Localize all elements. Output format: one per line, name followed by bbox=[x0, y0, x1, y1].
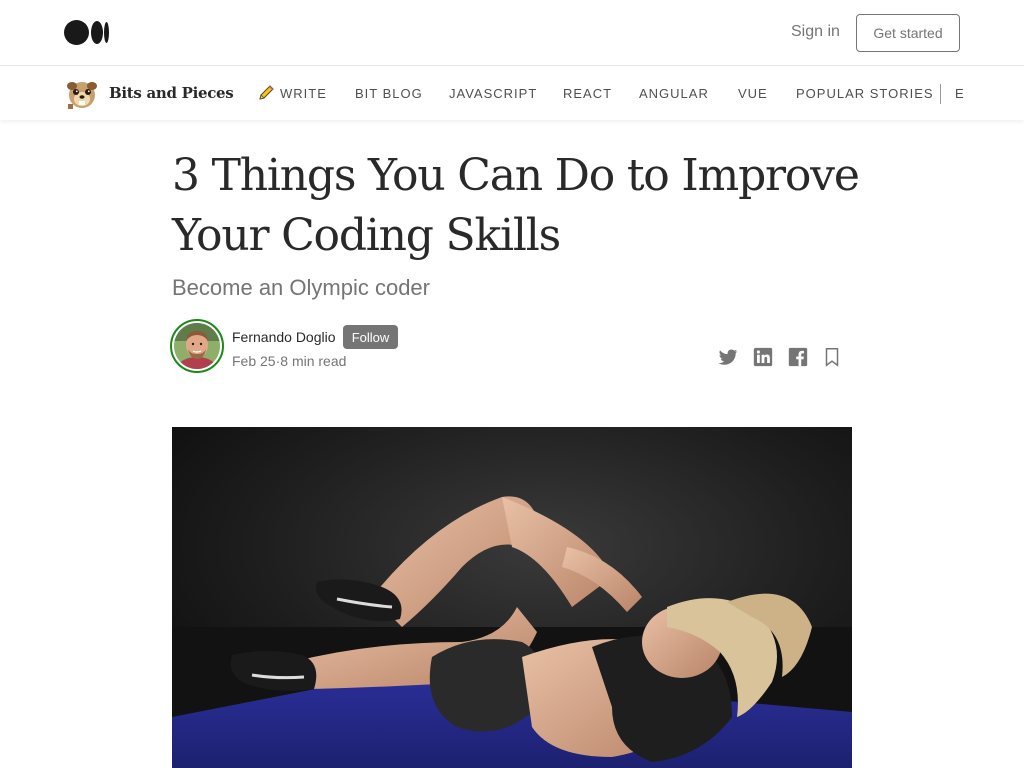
article-subtitle: Become an Olympic coder bbox=[172, 275, 430, 300]
nav-item-javascript[interactable]: JavaScript bbox=[449, 86, 537, 101]
author-name[interactable]: Fernando Doglio bbox=[232, 329, 336, 345]
nav-item-react[interactable]: React bbox=[563, 86, 612, 101]
nav-divider bbox=[940, 84, 941, 104]
bookmark-icon[interactable] bbox=[821, 346, 843, 368]
publish-date[interactable]: Feb 25 bbox=[232, 353, 276, 369]
article-meta: Feb 25·8 min read bbox=[232, 353, 346, 369]
get-started-button[interactable]: Get started bbox=[856, 14, 960, 52]
nav-item-overflow[interactable]: E bbox=[955, 86, 965, 101]
article-title: 3 Things You Can Do to Improve Your Codi… bbox=[172, 150, 860, 261]
publication-name[interactable]: Bits and Pieces bbox=[109, 84, 234, 102]
top-bar: Sign in Get started bbox=[0, 0, 1024, 66]
read-time: 8 min read bbox=[280, 353, 347, 369]
nav-item-angular[interactable]: Angular bbox=[639, 86, 709, 101]
follow-button[interactable]: Follow bbox=[343, 325, 398, 349]
nav-item-popular-stories[interactable]: Popular Stories bbox=[796, 86, 934, 101]
twitter-icon[interactable] bbox=[717, 346, 739, 368]
author-photo bbox=[174, 323, 220, 369]
nav-item-bit-blog[interactable]: Bit Blog bbox=[355, 86, 423, 101]
pencil-icon[interactable] bbox=[257, 84, 275, 102]
sign-in-link[interactable]: Sign in bbox=[791, 23, 840, 41]
nav-item-write[interactable]: Write bbox=[280, 86, 327, 101]
meerkat-logo-icon[interactable] bbox=[64, 77, 100, 111]
author-avatar[interactable] bbox=[170, 319, 224, 373]
publication-nav: Bits and Pieces Write Bit Blog JavaScrip… bbox=[0, 67, 1024, 120]
medium-logo-icon[interactable] bbox=[64, 20, 110, 45]
nav-item-vue[interactable]: Vue bbox=[738, 86, 768, 101]
woman-doing-crunches-photo bbox=[172, 427, 852, 768]
linkedin-icon[interactable] bbox=[752, 346, 774, 368]
facebook-icon[interactable] bbox=[787, 346, 809, 368]
